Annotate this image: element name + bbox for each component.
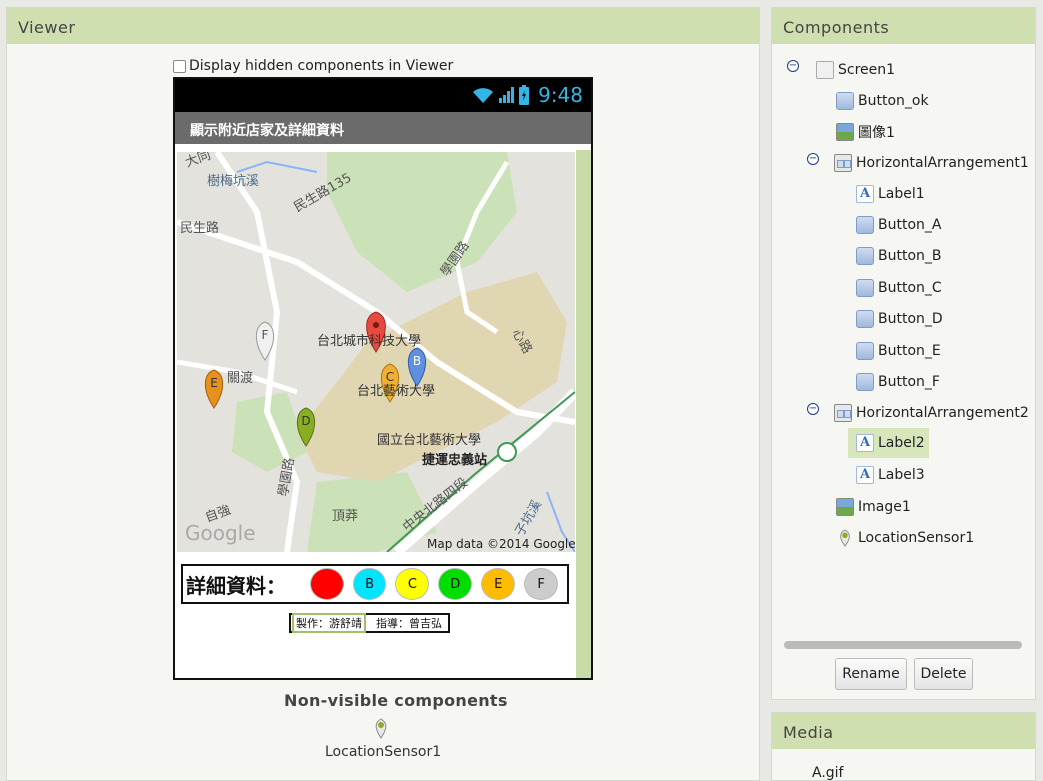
display-hidden-label: Display hidden components in Viewer [189, 58, 454, 74]
button-icon [856, 310, 874, 328]
signal-icon [499, 87, 515, 103]
tree-item-button-a[interactable]: Button_A [856, 213, 941, 237]
image-icon [836, 498, 854, 516]
nonvisible-components-title: Non-visible components [284, 691, 508, 710]
phone-preview: 9:48 顯示附近店家及詳細資料 B C D E F 樹梅坑溪 民生路 民生路1… [173, 77, 593, 680]
map-label: 關渡 [227, 370, 253, 386]
collapse-harr1-icon[interactable]: − [807, 153, 819, 165]
media-panel: Media A.gif [771, 712, 1036, 781]
map-label: 大同 [183, 152, 213, 171]
svg-text:D: D [301, 414, 310, 428]
location-sensor-icon[interactable] [373, 717, 389, 739]
display-hidden-checkbox[interactable] [173, 59, 186, 73]
detail-button-d[interactable]: D [438, 568, 473, 600]
button-icon [856, 216, 874, 234]
tree-scrollbar[interactable] [784, 641, 1022, 649]
detail-button-b[interactable]: B [352, 568, 387, 600]
map-label: 子坑溪 [512, 498, 544, 539]
credit-arrangement: 製作：游舒靖 指導：曾吉弘 [289, 613, 450, 633]
map-attribution: Map data ©2014 Google [427, 537, 575, 551]
label-icon: A [856, 466, 874, 484]
tree-item-button-ok[interactable]: Button_ok [836, 89, 929, 113]
screen-title: 顯示附近店家及詳細資料 [175, 112, 591, 144]
label-icon: A [856, 185, 874, 203]
tree-item-label2[interactable]: A Label2 [848, 428, 929, 458]
delete-button[interactable]: Delete [914, 658, 973, 690]
button-icon [836, 92, 854, 110]
map-label: 捷運忠義站 [422, 452, 487, 468]
map-label: 民生路 [180, 220, 219, 236]
tree-item-label1[interactable]: A Label1 [856, 182, 925, 206]
button-icon [856, 279, 874, 297]
tree-item-screen1[interactable]: Screen1 [816, 58, 895, 82]
map-image: B C D E F 樹梅坑溪 民生路 民生路135 大同 學園路 台北城市科技大… [177, 152, 575, 552]
svg-text:E: E [210, 376, 218, 390]
svg-text:B: B [413, 354, 421, 368]
image-icon [836, 123, 854, 141]
map-label: 樹梅坑溪 [207, 174, 259, 189]
google-logo: Google [185, 521, 256, 545]
detail-button-f[interactable]: F [524, 568, 559, 600]
location-icon [840, 529, 850, 547]
nonvisible-item-locationsensor[interactable]: LocationSensor1 [325, 744, 441, 760]
detail-button-a[interactable] [309, 568, 344, 600]
screen-icon [816, 61, 834, 79]
rename-button[interactable]: Rename [835, 658, 907, 690]
map-marker-e[interactable]: E [204, 369, 224, 409]
svg-text:C: C [386, 370, 394, 384]
selection-strip [576, 150, 591, 678]
button-icon [856, 342, 874, 360]
detail-label: 詳細資料： [186, 573, 286, 598]
button-icon [856, 373, 874, 391]
detail-button-c[interactable]: C [395, 568, 430, 600]
components-title: Components [772, 8, 1035, 44]
status-bar: 9:48 [175, 79, 591, 112]
tree-item-label3[interactable]: A Label3 [856, 463, 925, 487]
wifi-icon [473, 88, 494, 103]
tree-item-image1[interactable]: Image1 [836, 495, 911, 519]
credit-advisor-label[interactable]: 指導：曾吉弘 [372, 615, 448, 631]
tree-item-button-d[interactable]: Button_D [856, 307, 943, 331]
status-time: 9:48 [538, 83, 583, 107]
detail-button-e[interactable]: E [481, 568, 516, 600]
credit-author-label[interactable]: 製作：游舒靖 [292, 613, 366, 633]
map-label: 台北藝術大學 [357, 384, 435, 399]
tree-item-horizontalarrangement1[interactable]: HorizontalArrangement1 [834, 151, 1029, 175]
components-panel: Components − Screen1 Button_ok 圖像1 − Hor… [771, 7, 1036, 700]
screen-body: B C D E F 樹梅坑溪 民生路 民生路135 大同 學園路 台北城市科技大… [175, 144, 591, 678]
display-hidden-toggle[interactable]: Display hidden components in Viewer [173, 58, 453, 74]
label-icon: A [856, 434, 874, 452]
tree-item-button-c[interactable]: Button_C [856, 276, 942, 300]
collapse-screen1-icon[interactable]: − [787, 60, 799, 72]
svg-text:F: F [262, 328, 269, 342]
map-label: 國立台北藝術大學 [377, 433, 481, 448]
tree-item-locationsensor1[interactable]: LocationSensor1 [836, 526, 974, 550]
viewer-title: Viewer [7, 8, 759, 44]
collapse-harr2-icon[interactable]: − [807, 403, 819, 415]
detail-arrangement: 詳細資料： B C D E F [181, 564, 569, 604]
horizontal-arrangement-icon [834, 404, 852, 422]
media-title: Media [772, 713, 1035, 749]
tree-item-image-a[interactable]: 圖像1 [836, 120, 895, 144]
tree-item-horizontalarrangement2[interactable]: HorizontalArrangement2 [834, 401, 1029, 425]
horizontal-arrangement-icon [834, 154, 852, 172]
map-label: 台北城市科技大學 [317, 333, 421, 349]
media-item[interactable]: A.gif [812, 765, 844, 781]
button-icon [856, 247, 874, 265]
tree-item-button-f[interactable]: Button_F [856, 370, 940, 394]
battery-icon [519, 85, 530, 105]
map-label: 頂莽 [332, 509, 358, 524]
tree-item-button-e[interactable]: Button_E [856, 339, 941, 363]
tree-item-button-b[interactable]: Button_B [856, 244, 942, 268]
